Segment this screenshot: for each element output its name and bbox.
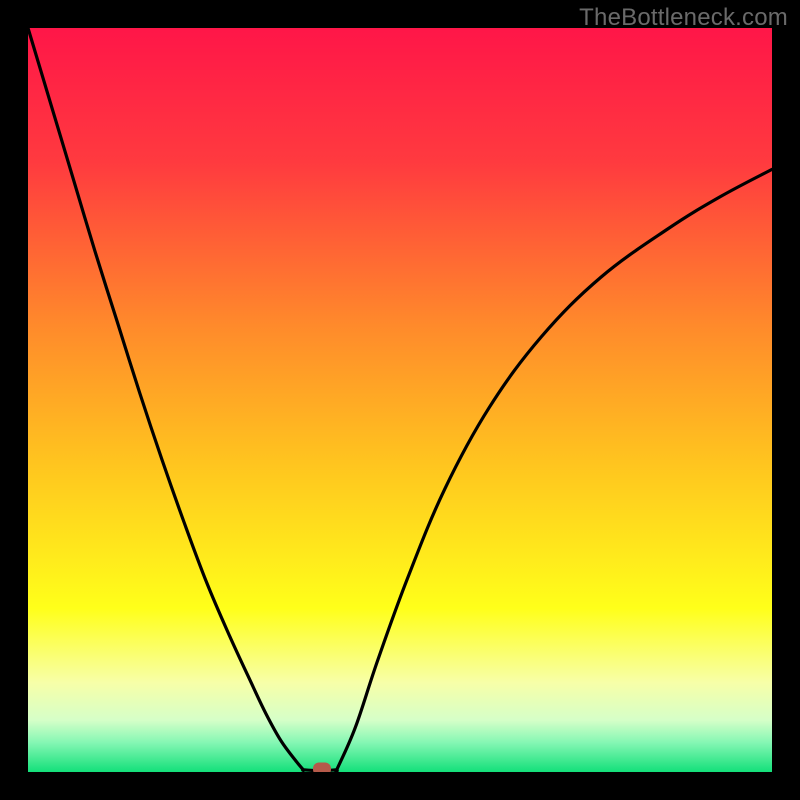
optimal-point-marker bbox=[313, 763, 331, 772]
chart-frame: TheBottleneck.com bbox=[0, 0, 800, 800]
plot-area bbox=[28, 28, 772, 772]
bottleneck-curve bbox=[28, 28, 772, 772]
watermark-text: TheBottleneck.com bbox=[579, 4, 788, 32]
